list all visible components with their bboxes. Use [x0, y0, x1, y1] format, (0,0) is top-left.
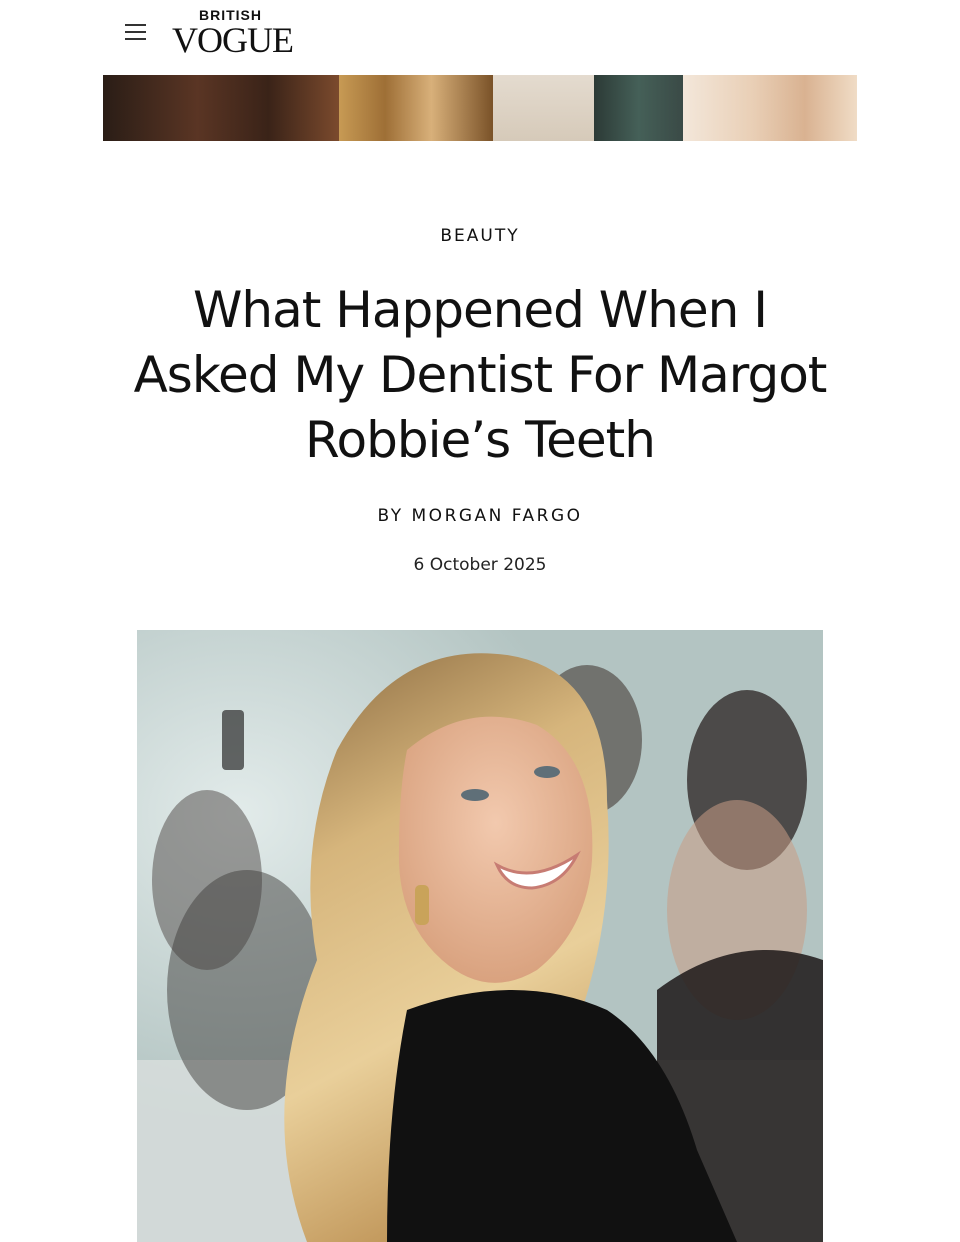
article-headline: What Happened When I Asked My Dentist Fo… — [133, 281, 828, 469]
banner-photo — [683, 75, 857, 141]
hamburger-menu-icon[interactable] — [122, 20, 150, 46]
byline-prefix: BY — [377, 506, 404, 526]
article-category-link[interactable]: BEAUTY — [0, 226, 960, 246]
british-vogue-logo[interactable]: BRITISH VOGUE — [172, 6, 297, 64]
site-header: BRITISH VOGUE — [0, 0, 960, 74]
banner-image-strip[interactable] — [103, 75, 857, 141]
banner-photo — [339, 75, 493, 141]
article-byline: BY MORGAN FARGO — [0, 506, 960, 526]
hero-image — [137, 630, 823, 1242]
hero-photo-illustration — [137, 630, 823, 1242]
article-date: 6 October 2025 — [413, 555, 547, 575]
banner-photo — [594, 75, 683, 141]
logo-vogue-text: VOGUE — [172, 20, 294, 60]
author-link[interactable]: MORGAN FARGO — [412, 506, 583, 526]
banner-photo — [103, 75, 339, 141]
banner-photo — [493, 75, 594, 141]
